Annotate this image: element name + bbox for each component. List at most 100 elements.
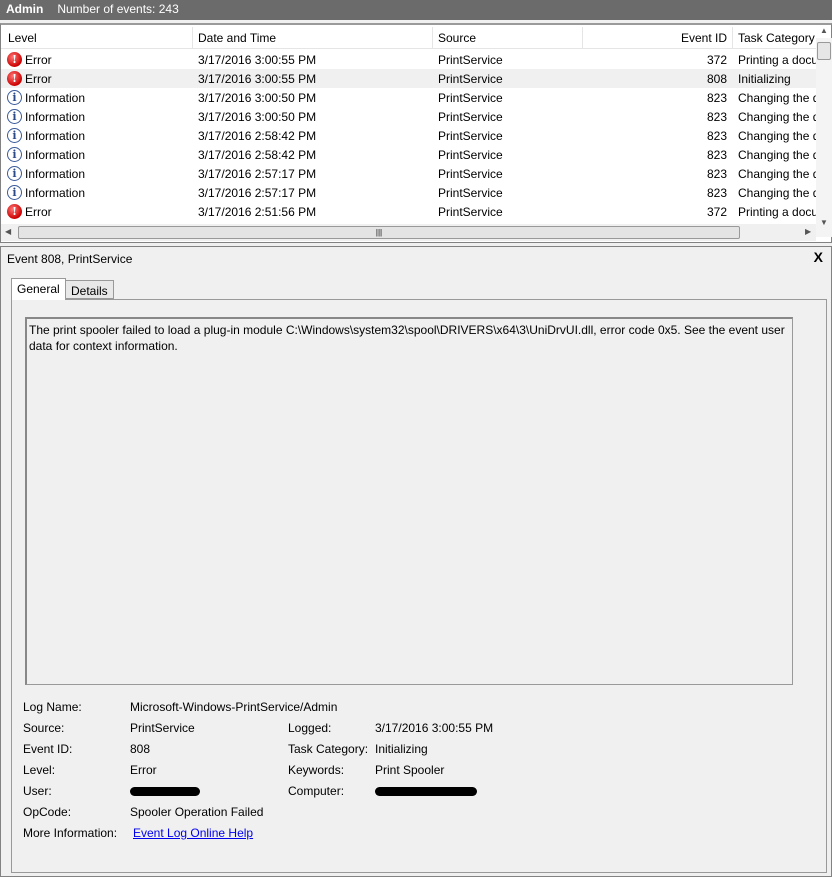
label-logged: Logged: bbox=[288, 721, 332, 735]
column-task-category[interactable]: Task Category bbox=[738, 31, 815, 45]
column-header: Level Date and Time Source Event ID Task… bbox=[1, 27, 816, 49]
cell-task-category: Changing the d bbox=[738, 186, 816, 200]
value-source: PrintService bbox=[130, 721, 195, 735]
cell-level: Error bbox=[25, 205, 52, 219]
cell-date: 3/17/2016 2:58:42 PM bbox=[198, 148, 317, 162]
value-keywords: Print Spooler bbox=[375, 763, 445, 777]
details-title: Event 808, PrintService bbox=[7, 252, 133, 266]
cell-source: PrintService bbox=[438, 186, 503, 200]
event-message[interactable]: The print spooler failed to load a plug-… bbox=[25, 317, 793, 685]
cell-date: 3/17/2016 3:00:50 PM bbox=[198, 110, 317, 124]
table-row[interactable]: i Information 3/17/2016 2:58:42 PM Print… bbox=[1, 145, 816, 164]
error-icon: ! bbox=[7, 204, 22, 219]
error-icon: ! bbox=[7, 52, 22, 67]
cell-date: 3/17/2016 2:57:17 PM bbox=[198, 167, 317, 181]
cell-source: PrintService bbox=[438, 129, 503, 143]
cell-source: PrintService bbox=[438, 72, 503, 86]
label-level: Level: bbox=[23, 763, 56, 777]
value-event-id: 808 bbox=[130, 742, 151, 756]
scroll-left-icon[interactable]: ◀ bbox=[5, 227, 11, 236]
value-user-redacted bbox=[130, 784, 200, 798]
info-icon: i bbox=[7, 147, 22, 162]
table-row[interactable]: i Information 3/17/2016 2:58:42 PM Print… bbox=[1, 126, 816, 145]
label-computer: Computer: bbox=[288, 784, 345, 798]
cell-level: Error bbox=[25, 72, 52, 86]
label-user: User: bbox=[23, 784, 52, 798]
cell-event-id: 372 bbox=[706, 53, 727, 67]
value-log-name: Microsoft-Windows-PrintService/Admin bbox=[130, 700, 338, 714]
cell-source: PrintService bbox=[438, 167, 503, 181]
error-icon: ! bbox=[7, 71, 22, 86]
cell-event-id: 823 bbox=[706, 167, 727, 181]
cell-task-category: Changing the d bbox=[738, 91, 816, 105]
cell-event-id: 823 bbox=[706, 148, 727, 162]
cell-task-category: Initializing bbox=[738, 72, 791, 86]
cell-date: 3/17/2016 2:57:17 PM bbox=[198, 186, 317, 200]
vertical-scroll-thumb[interactable] bbox=[817, 42, 831, 60]
table-row[interactable]: i Information 3/17/2016 3:00:50 PM Print… bbox=[1, 107, 816, 126]
cell-source: PrintService bbox=[438, 205, 503, 219]
cell-event-id: 823 bbox=[706, 186, 727, 200]
cell-date: 3/17/2016 2:51:56 PM bbox=[198, 205, 317, 219]
scroll-up-icon[interactable]: ▲ bbox=[820, 26, 828, 35]
label-opcode: OpCode: bbox=[23, 805, 72, 819]
event-count: Number of events: 243 bbox=[57, 2, 179, 16]
general-tab-panel: The print spooler failed to load a plug-… bbox=[11, 299, 827, 873]
info-icon: i bbox=[7, 185, 22, 200]
column-level[interactable]: Level bbox=[8, 31, 37, 45]
column-event-id[interactable]: Event ID bbox=[681, 31, 727, 45]
tab-details[interactable]: Details bbox=[65, 280, 114, 299]
tab-general[interactable]: General bbox=[11, 278, 66, 300]
value-computer-redacted bbox=[375, 784, 477, 798]
cell-event-id: 372 bbox=[706, 205, 727, 219]
close-icon[interactable]: X bbox=[814, 249, 823, 265]
column-date[interactable]: Date and Time bbox=[198, 31, 276, 45]
cell-event-id: 823 bbox=[706, 91, 727, 105]
event-log-online-help-link[interactable]: Event Log Online Help bbox=[133, 826, 253, 840]
column-source[interactable]: Source bbox=[438, 31, 476, 45]
info-icon: i bbox=[7, 109, 22, 124]
horizontal-scrollbar[interactable]: ◀ ||| ▶ bbox=[1, 224, 816, 241]
value-level: Error bbox=[130, 763, 157, 777]
cell-level: Information bbox=[25, 186, 86, 200]
table-row[interactable]: i Information 3/17/2016 2:57:17 PM Print… bbox=[1, 183, 816, 202]
label-log-name: Log Name: bbox=[23, 700, 82, 714]
cell-date: 3/17/2016 3:00:50 PM bbox=[198, 91, 317, 105]
cell-event-id: 823 bbox=[706, 110, 727, 124]
scroll-right-icon[interactable]: ▶ bbox=[805, 227, 811, 236]
table-row[interactable]: ! Error 3/17/2016 2:51:56 PM PrintServic… bbox=[1, 202, 816, 221]
cell-task-category: Changing the d bbox=[738, 129, 816, 143]
cell-source: PrintService bbox=[438, 148, 503, 162]
label-task-category: Task Category: bbox=[288, 742, 369, 756]
value-task-category: Initializing bbox=[375, 742, 428, 756]
cell-date: 3/17/2016 2:58:42 PM bbox=[198, 129, 317, 143]
info-icon: i bbox=[7, 166, 22, 181]
cell-level: Information bbox=[25, 110, 86, 124]
table-row[interactable]: ! Error 3/17/2016 3:00:55 PM PrintServic… bbox=[1, 69, 816, 88]
cell-source: PrintService bbox=[438, 91, 503, 105]
vertical-scrollbar[interactable]: ▲ ▼ bbox=[816, 26, 832, 237]
event-list[interactable]: Level Date and Time Source Event ID Task… bbox=[0, 23, 832, 243]
info-icon: i bbox=[7, 90, 22, 105]
cell-task-category: Changing the d bbox=[738, 148, 816, 162]
label-event-id: Event ID: bbox=[23, 742, 73, 756]
cell-level: Information bbox=[25, 91, 86, 105]
value-opcode: Spooler Operation Failed bbox=[130, 805, 264, 819]
cell-task-category: Printing a docu bbox=[738, 53, 816, 67]
table-row[interactable]: i Information 3/17/2016 3:00:50 PM Print… bbox=[1, 88, 816, 107]
horizontal-scroll-thumb[interactable]: ||| bbox=[18, 226, 740, 239]
label-source: Source: bbox=[23, 721, 65, 735]
scroll-down-icon[interactable]: ▼ bbox=[820, 218, 828, 227]
cell-level: Information bbox=[25, 167, 86, 181]
cell-task-category: Changing the d bbox=[738, 110, 816, 124]
cell-source: PrintService bbox=[438, 110, 503, 124]
cell-event-id: 823 bbox=[706, 129, 727, 143]
log-name: Admin bbox=[6, 2, 44, 16]
value-logged: 3/17/2016 3:00:55 PM bbox=[375, 721, 494, 735]
table-row[interactable]: i Information 3/17/2016 2:57:17 PM Print… bbox=[1, 164, 816, 183]
cell-source: PrintService bbox=[438, 53, 503, 67]
cell-date: 3/17/2016 3:00:55 PM bbox=[198, 53, 317, 67]
event-details-pane: Event 808, PrintService X General Detail… bbox=[0, 246, 832, 877]
table-row[interactable]: ! Error 3/17/2016 3:00:55 PM PrintServic… bbox=[1, 50, 816, 69]
cell-level: Information bbox=[25, 129, 86, 143]
